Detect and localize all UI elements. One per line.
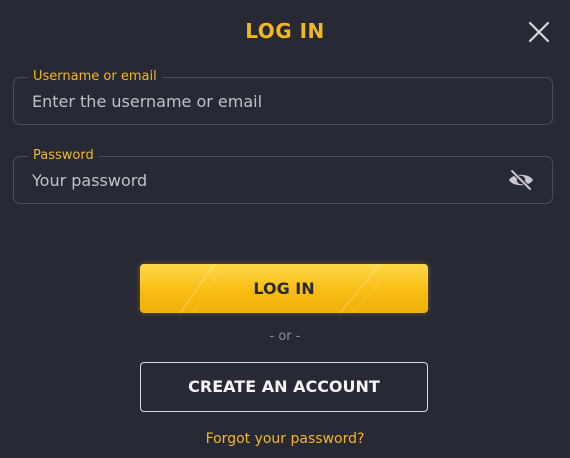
username-field: Username or email	[13, 68, 553, 125]
toggle-password-visibility-button[interactable]	[507, 168, 535, 192]
login-button-label: LOG IN	[253, 279, 315, 298]
close-button[interactable]	[526, 19, 552, 45]
username-input[interactable]	[32, 78, 502, 124]
login-button[interactable]: LOG IN	[140, 264, 428, 313]
create-account-button-label: CREATE AN ACCOUNT	[188, 377, 380, 396]
password-input[interactable]	[32, 157, 502, 203]
eye-off-icon	[509, 169, 533, 191]
or-separator: - or -	[269, 329, 301, 344]
password-field: Password	[13, 147, 553, 204]
create-account-button[interactable]: CREATE AN ACCOUNT	[140, 362, 428, 412]
forgot-password-link[interactable]: Forgot your password?	[0, 431, 570, 447]
modal-title: LOG IN	[245, 19, 325, 43]
login-modal: LOG IN Username or email Password	[0, 0, 570, 458]
close-icon	[528, 21, 550, 43]
